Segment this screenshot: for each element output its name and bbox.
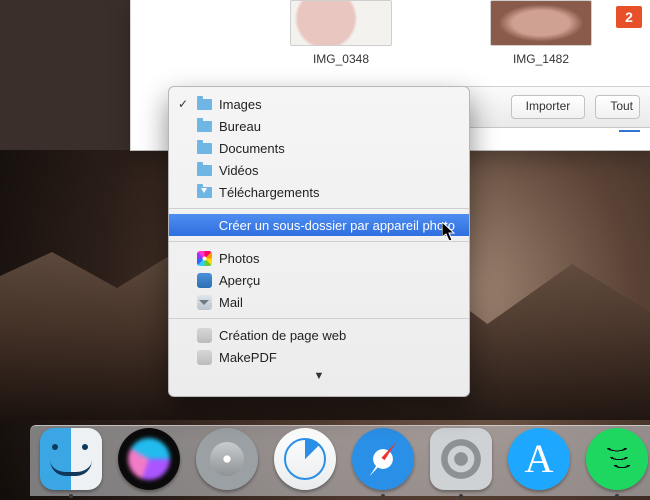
folder-icon	[196, 140, 212, 156]
menu-item-label: Téléchargements	[219, 185, 319, 200]
menu-item-preview-app[interactable]: Aperçu	[169, 269, 469, 291]
dock-siri[interactable]	[118, 428, 180, 490]
menu-item-images[interactable]: ✓ Images	[169, 93, 469, 115]
thumbnail-item[interactable]: IMG_1482	[486, 0, 596, 80]
menu-separator	[169, 241, 469, 242]
thumbnail-row: IMG_0348 IMG_1482	[286, 0, 650, 80]
checkmark-icon: ✓	[177, 97, 189, 111]
menu-separator	[169, 318, 469, 319]
menu-item-label: Aperçu	[219, 273, 260, 288]
destination-dropdown: ✓ Images Bureau Documents Vidéos Télécha…	[168, 86, 470, 397]
scroll-down-indicator[interactable]: ▼	[169, 370, 469, 382]
menu-item-mail-app[interactable]: Mail	[169, 291, 469, 313]
thumbnail-item[interactable]: IMG_0348	[286, 0, 396, 80]
mail-app-icon	[196, 294, 212, 310]
step-badge: 2	[616, 6, 642, 28]
thumbnail-image	[490, 0, 592, 46]
menu-item-desktop[interactable]: Bureau	[169, 115, 469, 137]
menu-item-label: Photos	[219, 251, 259, 266]
preview-app-icon	[196, 272, 212, 288]
photos-app-icon	[196, 250, 212, 266]
thumbnail-image	[290, 0, 392, 46]
menu-item-label: Images	[219, 97, 262, 112]
menu-item-webpage-workflow[interactable]: Création de page web	[169, 324, 469, 346]
menu-item-label: Bureau	[219, 119, 261, 134]
active-tab-underline	[619, 130, 640, 132]
dock-finder[interactable]	[40, 428, 102, 490]
folder-icon	[196, 118, 212, 134]
downloads-folder-icon	[196, 184, 212, 200]
dock-system-preferences[interactable]	[430, 428, 492, 490]
menu-item-label: MakePDF	[219, 350, 277, 365]
menu-separator	[169, 208, 469, 209]
menu-item-label: Créer un sous-dossier par appareil photo	[219, 218, 455, 233]
dock	[0, 414, 650, 500]
dock-app-store[interactable]	[508, 428, 570, 490]
menu-item-videos[interactable]: Vidéos	[169, 159, 469, 181]
dock-mail[interactable]	[274, 428, 336, 490]
menu-item-label: Documents	[219, 141, 285, 156]
folder-icon	[196, 96, 212, 112]
thumbnail-caption: IMG_1482	[486, 52, 596, 66]
import-button[interactable]: Importer	[511, 95, 586, 119]
thumbnail-caption: IMG_0348	[286, 52, 396, 66]
menu-item-create-subfolder[interactable]: Créer un sous-dossier par appareil photo	[169, 214, 469, 236]
workflow-icon	[196, 349, 212, 365]
workflow-icon	[196, 327, 212, 343]
menu-item-downloads[interactable]: Téléchargements	[169, 181, 469, 203]
menu-item-label: Mail	[219, 295, 243, 310]
dock-launchpad[interactable]	[196, 428, 258, 490]
menu-item-label: Vidéos	[219, 163, 259, 178]
mouse-cursor	[442, 222, 458, 242]
dock-safari[interactable]	[352, 428, 414, 490]
menu-item-documents[interactable]: Documents	[169, 137, 469, 159]
menu-item-makepdf-workflow[interactable]: MakePDF	[169, 346, 469, 368]
menu-item-photos-app[interactable]: Photos	[169, 247, 469, 269]
dock-spotify[interactable]	[586, 428, 648, 490]
menu-item-label: Création de page web	[219, 328, 346, 343]
import-all-button[interactable]: Tout	[595, 95, 640, 119]
folder-icon	[196, 162, 212, 178]
